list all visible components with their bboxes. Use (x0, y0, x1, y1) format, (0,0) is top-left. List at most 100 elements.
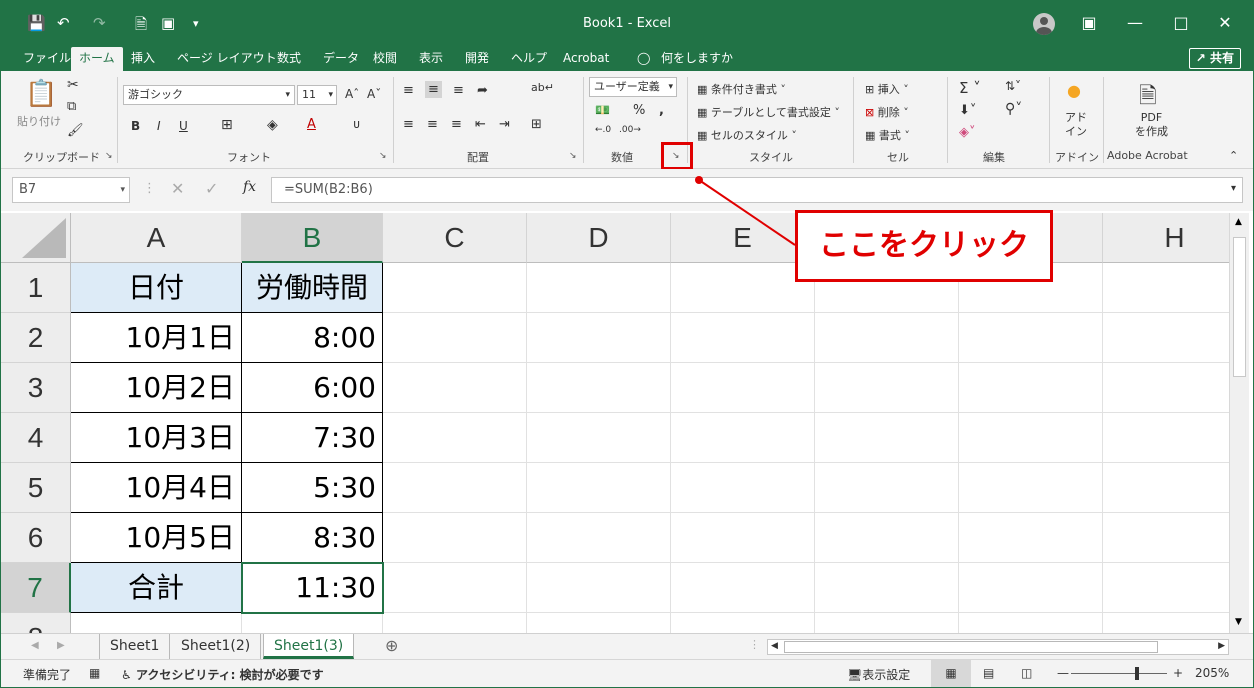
increase-decimal-icon[interactable]: ←.0 (595, 125, 611, 135)
cell-c7[interactable] (383, 563, 527, 613)
tab-page-layout[interactable]: ページ レイアウト (175, 47, 279, 71)
row-header-5[interactable]: 5 (1, 463, 71, 513)
row-header-8[interactable]: 8 (1, 613, 71, 633)
insert-cells-button[interactable]: ⊞ 挿入 ˅ (865, 81, 909, 97)
wrap-text-icon[interactable]: ab↵ (531, 81, 554, 94)
cell-h8[interactable] (1103, 613, 1229, 633)
cancel-icon[interactable]: ✕ (171, 179, 184, 198)
fill-color-icon[interactable]: ◈ (267, 117, 278, 133)
cell-c4[interactable] (383, 413, 527, 463)
close-icon[interactable]: ✕ (1215, 13, 1235, 32)
copy-icon[interactable]: ⧉ (67, 99, 76, 114)
zoom-in-icon[interactable]: + (1173, 666, 1183, 680)
create-pdf-button[interactable]: PDF を作成 (1135, 111, 1168, 139)
cell-f8[interactable] (815, 613, 959, 633)
cell-c3[interactable] (383, 363, 527, 413)
tab-data[interactable]: データ (321, 47, 361, 71)
align-top-icon[interactable]: ≡ (403, 83, 414, 98)
name-box[interactable]: B7 ▾ (12, 177, 130, 203)
prev-sheet-icon[interactable]: ◀ (31, 640, 39, 651)
zoom-slider[interactable] (1071, 673, 1167, 674)
cell-d6[interactable] (527, 513, 671, 563)
cell-e8[interactable] (671, 613, 815, 633)
zoom-level[interactable]: 205% (1195, 666, 1229, 680)
cell-d4[interactable] (527, 413, 671, 463)
cell-a8[interactable] (71, 613, 242, 633)
scroll-up-icon[interactable]: ▲ (1235, 217, 1242, 227)
cell-c2[interactable] (383, 313, 527, 363)
cell-e4[interactable] (671, 413, 815, 463)
phonetic-icon[interactable]: ᴜ (353, 117, 360, 131)
cell-f4[interactable] (815, 413, 959, 463)
sheet-tab-2[interactable]: Sheet1(2) (171, 634, 262, 659)
cell-b8[interactable] (242, 613, 383, 633)
tab-review[interactable]: 校閲 (371, 47, 399, 71)
sort-filter-icon[interactable]: ⇅˅ (1005, 79, 1021, 93)
cell-b3[interactable]: 6:00 (242, 363, 383, 413)
cell-b2[interactable]: 8:00 (242, 313, 383, 363)
cell-g6[interactable] (959, 513, 1103, 563)
enter-icon[interactable]: ✓ (205, 179, 218, 198)
format-as-table-button[interactable]: ▦ テーブルとして書式設定 ˅ (697, 104, 840, 120)
addin-icon[interactable]: ● (1067, 81, 1081, 100)
cell-g4[interactable] (959, 413, 1103, 463)
tab-insert[interactable]: 挿入 (129, 47, 157, 71)
horizontal-scrollbar[interactable]: ◀ ▶ (767, 639, 1229, 655)
font-name-select[interactable]: 游ゴシック ▾ (123, 85, 295, 105)
alignment-launcher-icon[interactable]: ↘ (569, 151, 577, 161)
align-right-icon[interactable]: ≡ (451, 117, 462, 132)
align-bottom-icon[interactable]: ≡ (453, 83, 464, 98)
scroll-down-icon[interactable]: ▼ (1235, 617, 1242, 627)
cell-d7[interactable] (527, 563, 671, 613)
comma-icon[interactable]: , (659, 103, 664, 118)
cell-a4[interactable]: 10月3日 (71, 413, 242, 463)
ribbon-display-icon[interactable]: ▣ (1079, 13, 1099, 32)
font-launcher-icon[interactable]: ↘ (379, 151, 387, 161)
row-header-1[interactable]: 1 (1, 263, 71, 313)
cell-h2[interactable] (1103, 313, 1229, 363)
tab-formulas[interactable]: 数式 (275, 47, 303, 71)
bold-icon[interactable]: B (131, 119, 140, 133)
cell-styles-button[interactable]: ▦ セルのスタイル ˅ (697, 127, 797, 143)
column-header-b[interactable]: B (242, 213, 383, 263)
cell-g5[interactable] (959, 463, 1103, 513)
cell-d8[interactable] (527, 613, 671, 633)
cell-e7[interactable] (671, 563, 815, 613)
sheet-tab-1[interactable]: Sheet1 (99, 634, 171, 659)
h-scroll-thumb[interactable] (784, 641, 1158, 653)
tab-file[interactable]: ファイル (21, 47, 73, 71)
tell-me-search[interactable]: 何をしますか (659, 47, 735, 71)
cell-f2[interactable] (815, 313, 959, 363)
cell-f3[interactable] (815, 363, 959, 413)
cell-d3[interactable] (527, 363, 671, 413)
scroll-thumb[interactable] (1233, 237, 1246, 377)
find-select-icon[interactable]: ⚲˅ (1005, 101, 1022, 117)
format-painter-icon[interactable]: 🖌 (67, 123, 84, 138)
cell-h6[interactable] (1103, 513, 1229, 563)
cell-c5[interactable] (383, 463, 527, 513)
tab-home[interactable]: ホーム (71, 47, 123, 71)
cell-f7[interactable] (815, 563, 959, 613)
borders-icon[interactable]: ⊞ (221, 117, 233, 133)
avatar[interactable] (1033, 13, 1055, 35)
page-break-view-icon[interactable]: ◫ (1021, 666, 1032, 680)
cell-g8[interactable] (959, 613, 1103, 633)
cell-e5[interactable] (671, 463, 815, 513)
conditional-format-button[interactable]: ▦ 条件付き書式 ˅ (697, 81, 786, 97)
vertical-scrollbar[interactable]: ▲ ▼ (1229, 213, 1249, 633)
clear-icon[interactable]: ◈˅ (959, 125, 976, 140)
cell-f6[interactable] (815, 513, 959, 563)
merge-center-icon[interactable]: ⊞ (531, 117, 542, 132)
cell-b5[interactable]: 5:30 (242, 463, 383, 513)
cut-icon[interactable]: ✂ (67, 77, 79, 93)
tab-splitter-icon[interactable]: ⋮ (749, 638, 760, 651)
cell-h3[interactable] (1103, 363, 1229, 413)
scroll-left-icon[interactable]: ◀ (771, 641, 778, 651)
underline-icon[interactable]: U (179, 119, 188, 133)
column-header-a[interactable]: A (71, 213, 242, 263)
align-left-icon[interactable]: ≡ (403, 117, 414, 132)
normal-view-icon[interactable]: ▦ (931, 660, 971, 687)
collapse-ribbon-icon[interactable]: ⌃ (1229, 149, 1238, 162)
add-sheet-icon[interactable]: ⊕ (385, 636, 398, 655)
cell-h1[interactable] (1103, 263, 1229, 313)
